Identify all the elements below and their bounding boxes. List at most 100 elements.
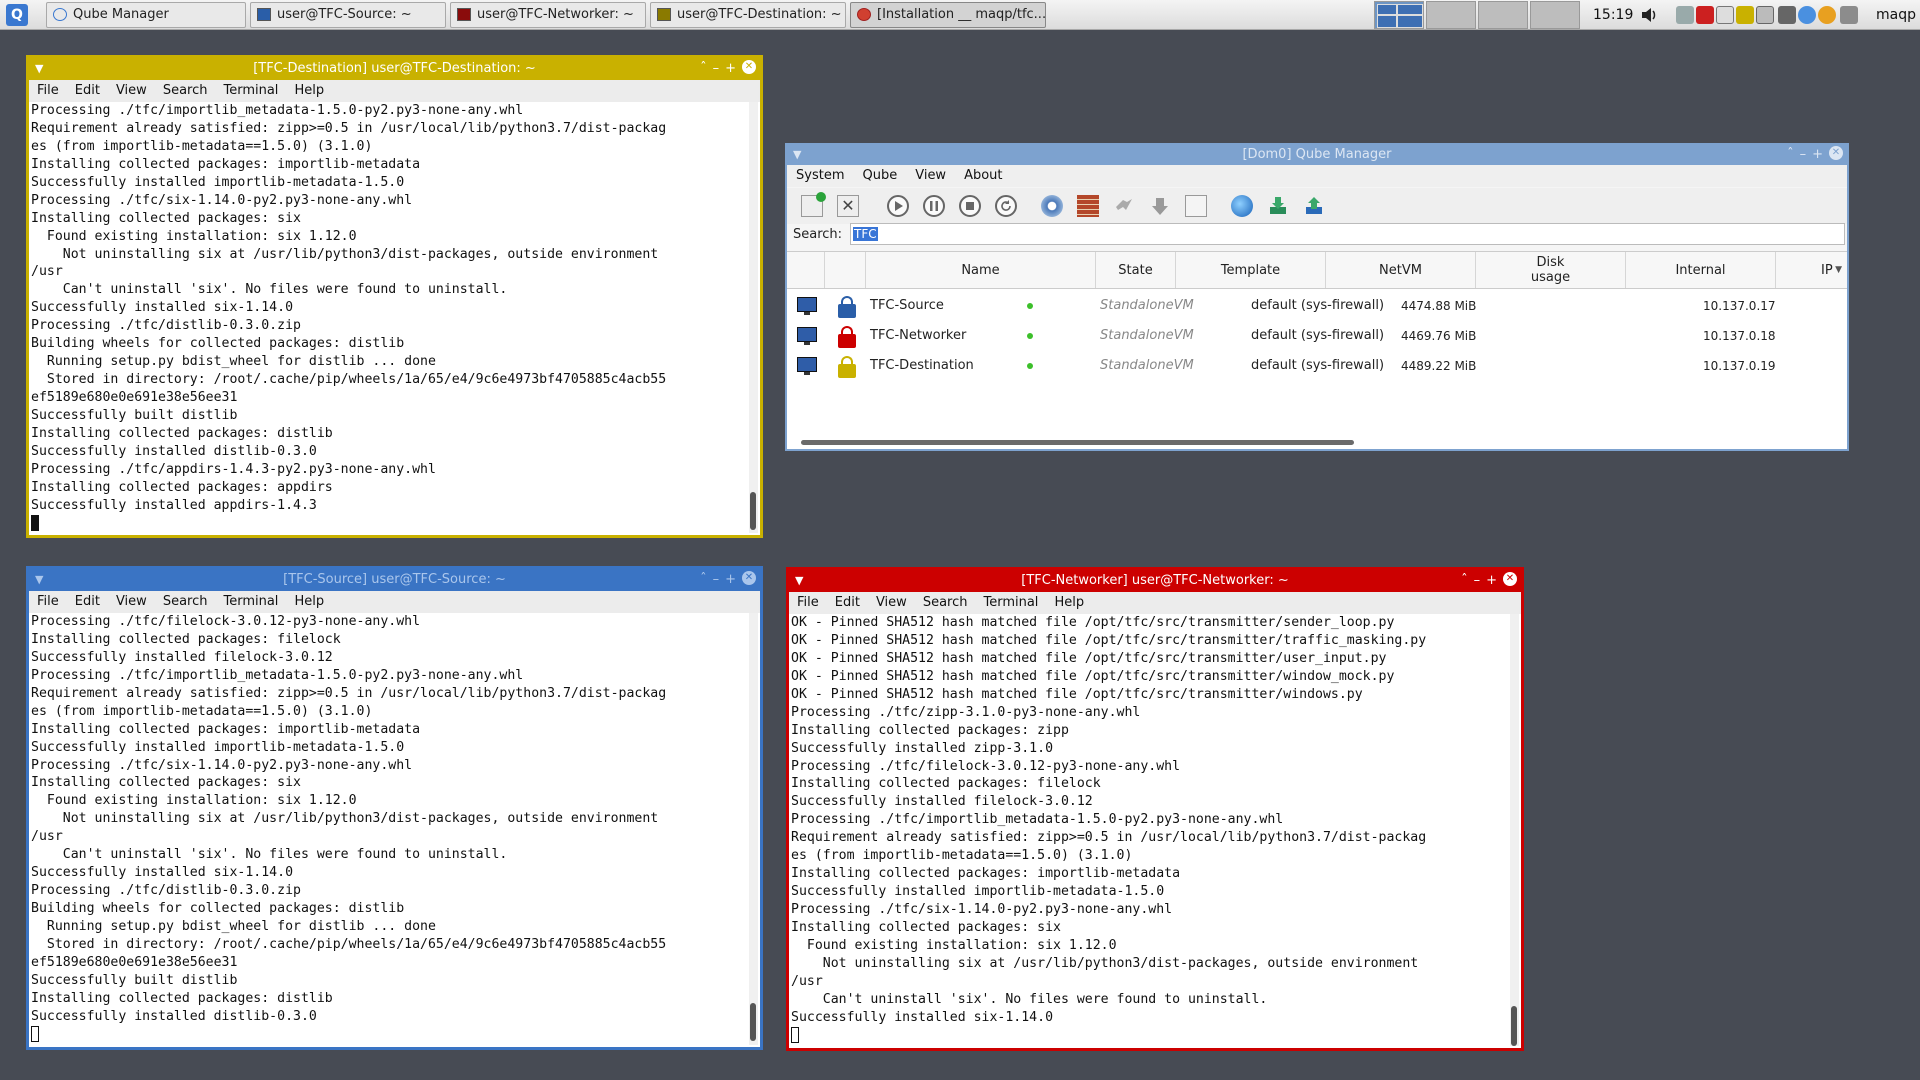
menu-file[interactable]: File — [29, 80, 67, 102]
minimize-icon[interactable]: – — [1474, 573, 1487, 588]
terminal-output[interactable]: OK - Pinned SHA512 hash matched file /op… — [791, 614, 1509, 1046]
usb-icon[interactable] — [1756, 6, 1774, 24]
maximize-icon[interactable]: + — [1812, 147, 1829, 162]
workspace-4[interactable] — [1530, 1, 1580, 29]
firewall-icon[interactable] — [1077, 195, 1099, 217]
remove-qube-icon[interactable]: ✕ — [837, 195, 859, 217]
workspace-2[interactable] — [1426, 1, 1476, 29]
horizontal-scrollbar[interactable] — [801, 440, 1837, 445]
scrollbar-thumb[interactable] — [750, 492, 756, 530]
task-browser[interactable]: [Installation __ maqp/tfc... — [850, 2, 1046, 28]
task-tfc-destination[interactable]: user@TFC-Destination: ~ — [650, 2, 846, 28]
user-menu[interactable]: maqp — [1876, 0, 1916, 30]
col-disk-usage[interactable]: Disk usage — [1476, 252, 1626, 288]
menu-edit[interactable]: Edit — [67, 591, 108, 613]
window-titlebar[interactable]: ▼ [TFC-Networker] user@TFC-Networker: ~ … — [789, 570, 1521, 592]
vertical-scrollbar[interactable] — [749, 613, 758, 1045]
menu-view[interactable]: View — [108, 591, 155, 613]
applications-icon[interactable] — [1113, 195, 1135, 217]
workspace-3[interactable] — [1478, 1, 1528, 29]
task-qube-manager[interactable]: Qube Manager — [46, 2, 246, 28]
restart-icon[interactable] — [995, 195, 1017, 217]
maximize-icon[interactable]: + — [1486, 573, 1503, 588]
terminal-output[interactable]: Processing ./tfc/importlib_metadata-1.5.… — [31, 102, 748, 533]
window-menu-icon[interactable]: ▼ — [793, 145, 801, 165]
scrollbar-thumb[interactable] — [750, 1003, 756, 1041]
disk-icon[interactable] — [1778, 6, 1796, 24]
window-menu-icon[interactable]: ▼ — [35, 58, 43, 80]
shade-up-icon[interactable]: ˆ — [700, 61, 713, 76]
scrollbar-thumb[interactable] — [801, 440, 1354, 445]
clock[interactable]: 15:19 — [1593, 0, 1633, 30]
tray-window-icon[interactable] — [1696, 6, 1714, 24]
terminal-window-destination[interactable]: ▼ [TFC-Destination] user@TFC-Destination… — [26, 55, 763, 538]
create-qube-icon[interactable] — [801, 192, 826, 217]
close-icon[interactable]: ✕ — [742, 60, 756, 74]
menu-file[interactable]: File — [29, 591, 67, 613]
col-netvm[interactable]: NetVM — [1326, 252, 1476, 288]
minimize-icon[interactable]: – — [713, 572, 726, 587]
menu-help[interactable]: Help — [1046, 592, 1092, 614]
restore-icon[interactable] — [1303, 195, 1325, 217]
backup-icon[interactable] — [1267, 195, 1289, 217]
pause-icon[interactable] — [923, 195, 945, 217]
menu-about[interactable]: About — [955, 165, 1011, 187]
col-state[interactable]: State — [1096, 252, 1176, 288]
vertical-scrollbar[interactable] — [1510, 614, 1519, 1046]
terminal-window-networker[interactable]: ▼ [TFC-Networker] user@TFC-Networker: ~ … — [786, 567, 1524, 1051]
menu-view[interactable]: View — [868, 592, 915, 614]
start-icon[interactable] — [887, 195, 909, 217]
close-icon[interactable]: ✕ — [1503, 572, 1517, 586]
table-row[interactable]: TFC-Destination StandaloneVM default (sy… — [787, 351, 1847, 381]
menu-view[interactable]: View — [906, 165, 955, 187]
vertical-scrollbar[interactable] — [749, 102, 758, 533]
scrollbar-thumb[interactable] — [1511, 1006, 1517, 1046]
col-template[interactable]: Template — [1176, 252, 1326, 288]
tray-window-icon[interactable] — [1736, 6, 1754, 24]
table-row[interactable]: TFC-Networker StandaloneVM default (sys-… — [787, 321, 1847, 351]
window-menu-icon[interactable]: ▼ — [35, 569, 43, 591]
maximize-icon[interactable]: + — [725, 61, 742, 76]
menu-help[interactable]: Help — [286, 591, 332, 613]
menu-search[interactable]: Search — [915, 592, 976, 614]
menu-qube[interactable]: Qube — [853, 165, 906, 187]
shade-up-icon[interactable]: ˆ — [1461, 573, 1474, 588]
tray-window-icon[interactable] — [1716, 6, 1734, 24]
menu-file[interactable]: File — [789, 592, 827, 614]
table-row[interactable]: TFC-Source StandaloneVM default (sys-fir… — [787, 291, 1847, 321]
col-type[interactable] — [787, 252, 825, 288]
window-titlebar[interactable]: ▼ [Dom0] Qube Manager ˆ–+ ✕ — [787, 145, 1847, 165]
volume-icon[interactable] — [1640, 6, 1658, 24]
close-icon[interactable]: ✕ — [1829, 146, 1843, 160]
qubes-domains-icon[interactable] — [1798, 6, 1816, 24]
col-name[interactable]: Name — [866, 252, 1096, 288]
window-menu-icon[interactable]: ▼ — [795, 570, 803, 592]
col-ip[interactable]: IP ▼ — [1776, 252, 1848, 288]
terminal-output[interactable]: Processing ./tfc/filelock-3.0.12-py3-non… — [31, 613, 748, 1045]
menu-edit[interactable]: Edit — [827, 592, 868, 614]
task-tfc-networker[interactable]: user@TFC-Networker: ~ — [450, 2, 646, 28]
close-icon[interactable]: ✕ — [742, 571, 756, 585]
menu-terminal[interactable]: Terminal — [975, 592, 1046, 614]
maximize-icon[interactable]: + — [725, 572, 742, 587]
shutdown-icon[interactable] — [959, 195, 981, 217]
task-tfc-source[interactable]: user@TFC-Source: ~ — [250, 2, 446, 28]
menu-edit[interactable]: Edit — [67, 80, 108, 102]
update-icon[interactable] — [1149, 195, 1171, 217]
settings-icon[interactable] — [1041, 195, 1063, 217]
menu-search[interactable]: Search — [155, 591, 216, 613]
col-internal[interactable]: Internal — [1626, 252, 1776, 288]
terminal-window-source[interactable]: ▼ [TFC-Source] user@TFC-Source: ~ ˆ–+ ✕ F… — [26, 566, 763, 1050]
menu-terminal[interactable]: Terminal — [215, 591, 286, 613]
logs-icon[interactable] — [1185, 195, 1207, 217]
minimize-icon[interactable]: – — [713, 61, 726, 76]
search-input[interactable]: TFC — [850, 223, 1845, 245]
window-titlebar[interactable]: ▼ [TFC-Source] user@TFC-Source: ~ ˆ–+ ✕ — [29, 569, 760, 591]
col-label[interactable] — [825, 252, 866, 288]
shade-up-icon[interactable]: ˆ — [1787, 147, 1800, 162]
shade-up-icon[interactable]: ˆ — [700, 572, 713, 587]
minimize-icon[interactable]: – — [1800, 147, 1813, 162]
window-titlebar[interactable]: ▼ [TFC-Destination] user@TFC-Destination… — [29, 58, 760, 80]
qube-manager-window[interactable]: ▼ [Dom0] Qube Manager ˆ–+ ✕ System Qube Vie… — [785, 143, 1849, 451]
menu-search[interactable]: Search — [155, 80, 216, 102]
